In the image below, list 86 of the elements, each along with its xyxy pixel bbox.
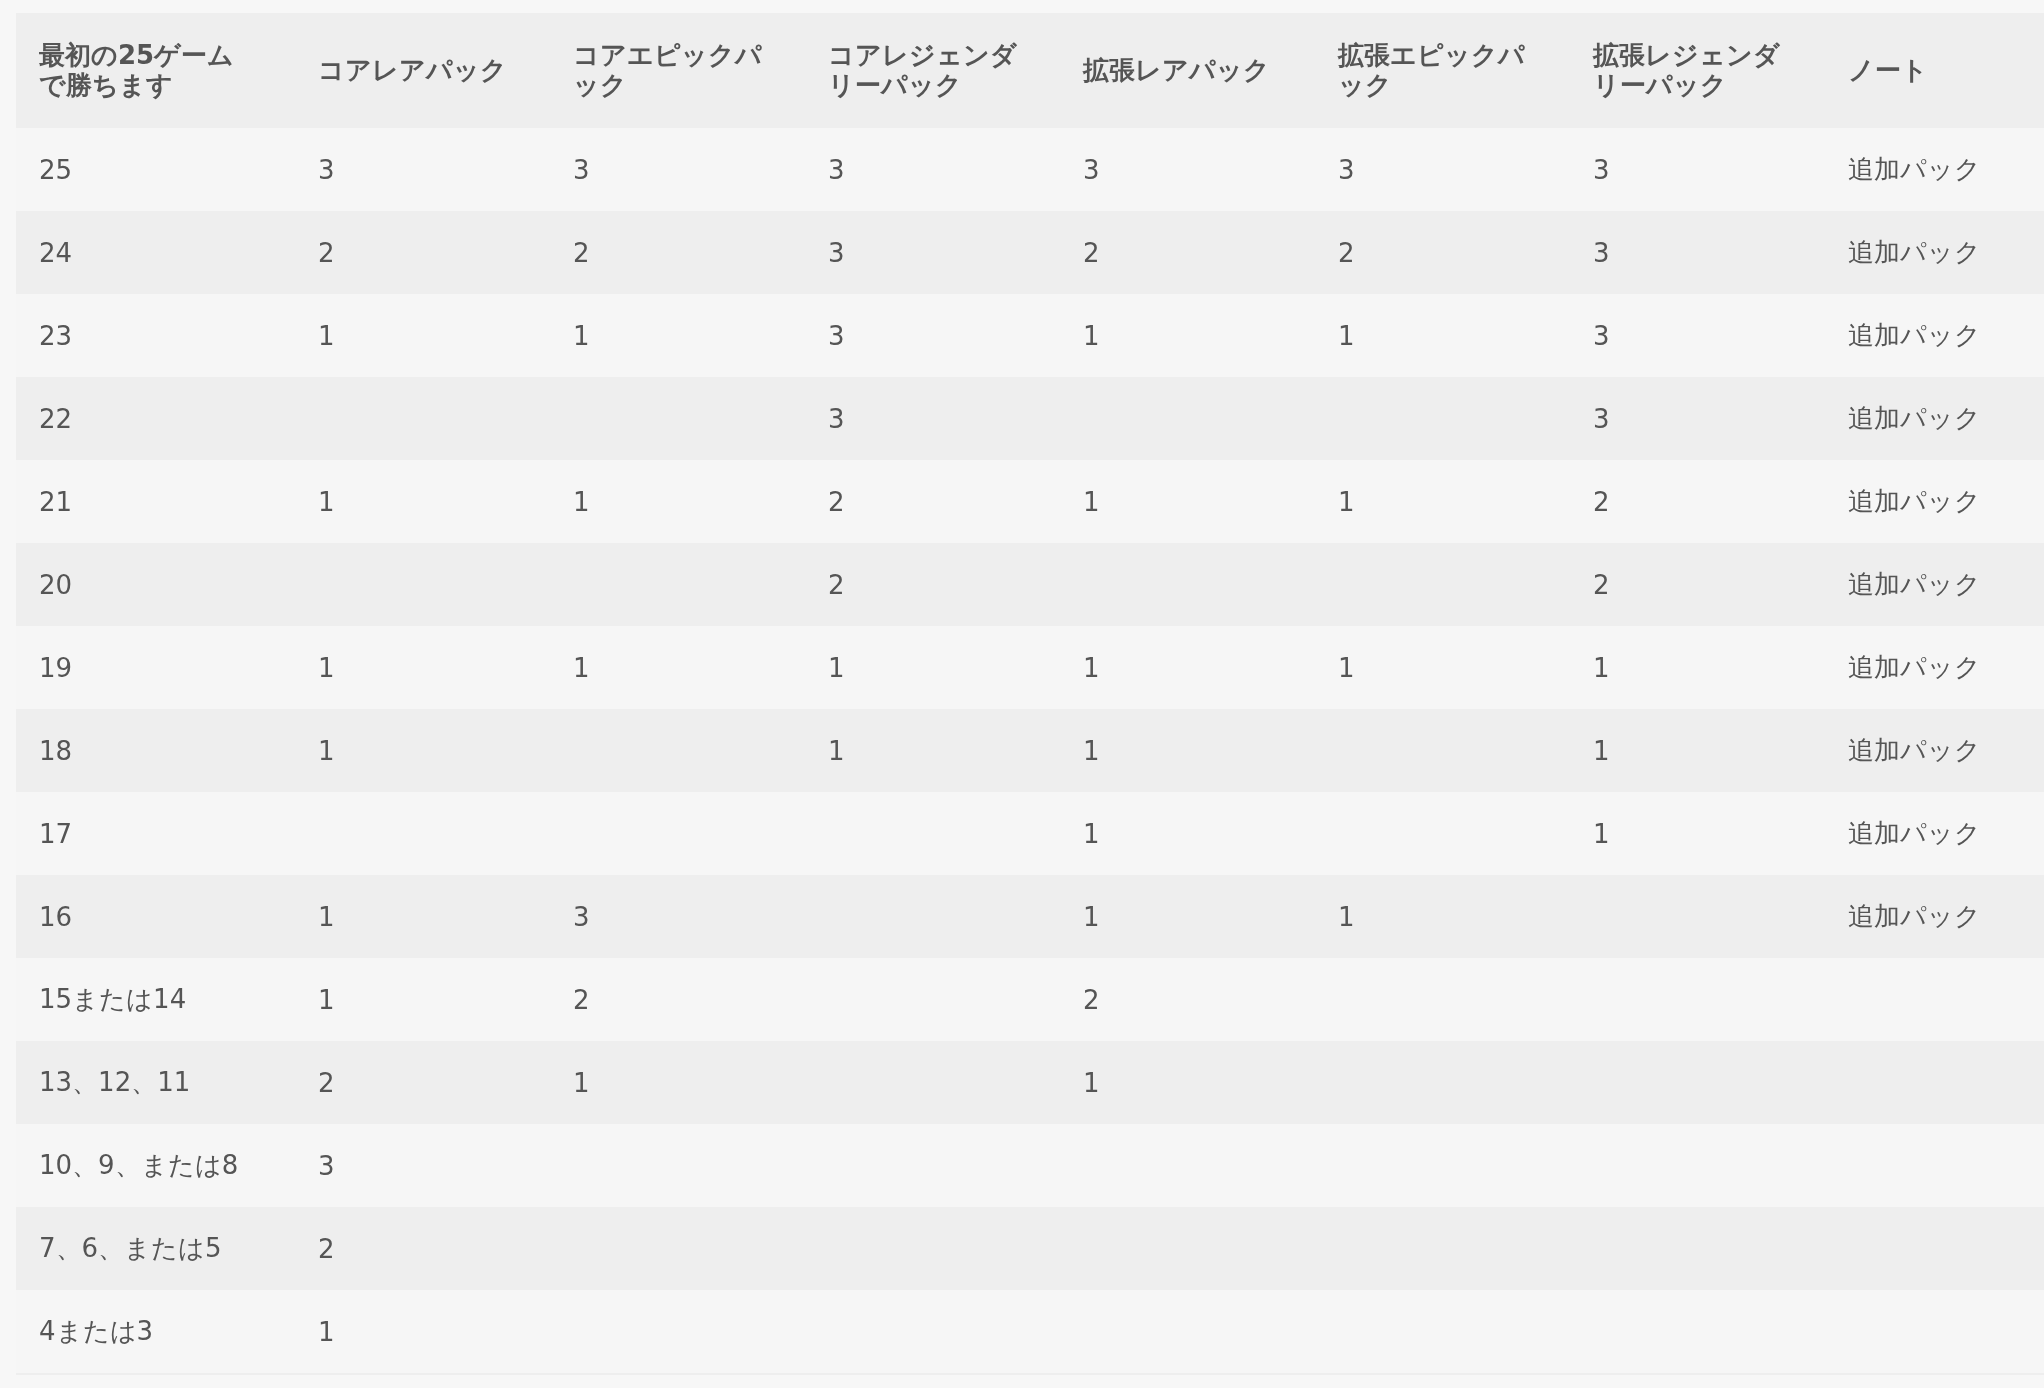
table-cell: 追加パック [1825, 875, 2044, 958]
table-cell: 20 [16, 543, 295, 626]
table-cell: 2 [805, 543, 1060, 626]
table-cell: 2 [295, 1041, 550, 1124]
column-header: コアエピックパック [550, 13, 805, 128]
table-cell: 1 [1060, 1041, 1315, 1124]
column-header: 拡張レジェンダリーパック [1570, 13, 1825, 128]
table-cell: 21 [16, 460, 295, 543]
table-cell: 3 [1570, 377, 1825, 460]
table-cell: 1 [295, 709, 550, 792]
table-cell: 19 [16, 626, 295, 709]
table-cell: 追加パック [1825, 211, 2044, 294]
table-cell: 22 [16, 377, 295, 460]
table-cell: 4または3 [16, 1290, 295, 1374]
table-cell: 3 [1570, 211, 1825, 294]
table-cell: 1 [805, 709, 1060, 792]
table-cell: 2 [1315, 211, 1570, 294]
table-cell: 2 [1060, 211, 1315, 294]
table-cell: 1 [550, 460, 805, 543]
table-cell: 1 [550, 1041, 805, 1124]
table-cell: 3 [295, 1124, 550, 1207]
table-cell: 1 [1060, 709, 1315, 792]
column-header: 最初の25ゲームで勝ちます [16, 13, 295, 128]
table-cell: 1 [1060, 875, 1315, 958]
table-cell: 3 [1315, 128, 1570, 211]
table-cell: 3 [550, 875, 805, 958]
table-cell: 追加パック [1825, 792, 2044, 875]
table-cell: 25 [16, 128, 295, 211]
table-cell: 1 [805, 626, 1060, 709]
column-header: コアレアパック [295, 13, 550, 128]
table-cell: 1 [1570, 792, 1825, 875]
column-header: 拡張エピックパック [1315, 13, 1570, 128]
table-cell: 10、9、または8 [16, 1124, 295, 1207]
table-cell: 2 [550, 211, 805, 294]
column-header: コアレジェンダリーパック [805, 13, 1060, 128]
table-cell: 1 [1570, 626, 1825, 709]
table-cell: 追加パック [1825, 543, 2044, 626]
table-cell: 18 [16, 709, 295, 792]
table-cell: 3 [295, 128, 550, 211]
table-cell: 1 [295, 1290, 550, 1374]
table-cell: 17 [16, 792, 295, 875]
table-cell: 15または14 [16, 958, 295, 1041]
table-cell: 2 [295, 211, 550, 294]
table-cell: 1 [1315, 875, 1570, 958]
table-cell: 1 [1060, 792, 1315, 875]
column-header: ノート [1825, 13, 2044, 128]
table-cell: 追加パック [1825, 709, 2044, 792]
table-cell: 3 [805, 377, 1060, 460]
table-cell: 1 [1570, 709, 1825, 792]
table-cell: 追加パック [1825, 626, 2044, 709]
table-cell: 1 [1315, 294, 1570, 377]
table-cell: 1 [295, 626, 550, 709]
table-cell: 1 [1315, 626, 1570, 709]
table-cell: 追加パック [1825, 460, 2044, 543]
table-cell: 追加パック [1825, 128, 2044, 211]
column-header: 拡張レアパック [1060, 13, 1315, 128]
table-cell: 追加パック [1825, 294, 2044, 377]
table-cell: 2 [550, 958, 805, 1041]
table-cell: 1 [295, 294, 550, 377]
table-cell: 23 [16, 294, 295, 377]
table-cell: 1 [1060, 460, 1315, 543]
table-cell: 7、6、または5 [16, 1207, 295, 1290]
table-cell: 13、12、11 [16, 1041, 295, 1124]
table-cell: 3 [805, 211, 1060, 294]
table-cell: 2 [1570, 543, 1825, 626]
table-cell: 1 [550, 294, 805, 377]
table-cell: 24 [16, 211, 295, 294]
table-cell: 16 [16, 875, 295, 958]
table-cell: 1 [295, 875, 550, 958]
table-cell: 2 [1060, 958, 1315, 1041]
table-cell: 3 [1570, 294, 1825, 377]
table-cell: 3 [550, 128, 805, 211]
table-cell: 1 [295, 958, 550, 1041]
table-cell: 1 [1060, 294, 1315, 377]
table-cell: 3 [1570, 128, 1825, 211]
table-cell: 1 [1315, 460, 1570, 543]
table-cell: 3 [805, 128, 1060, 211]
table-cell: 2 [1570, 460, 1825, 543]
table-cell: 1 [550, 626, 805, 709]
table-cell: 追加パック [1825, 377, 2044, 460]
table-cell: 1 [295, 460, 550, 543]
table-cell: 2 [805, 460, 1060, 543]
table-cell: 2 [295, 1207, 550, 1290]
table-cell: 3 [1060, 128, 1315, 211]
table-cell: 1 [1060, 626, 1315, 709]
table-cell: 3 [805, 294, 1060, 377]
